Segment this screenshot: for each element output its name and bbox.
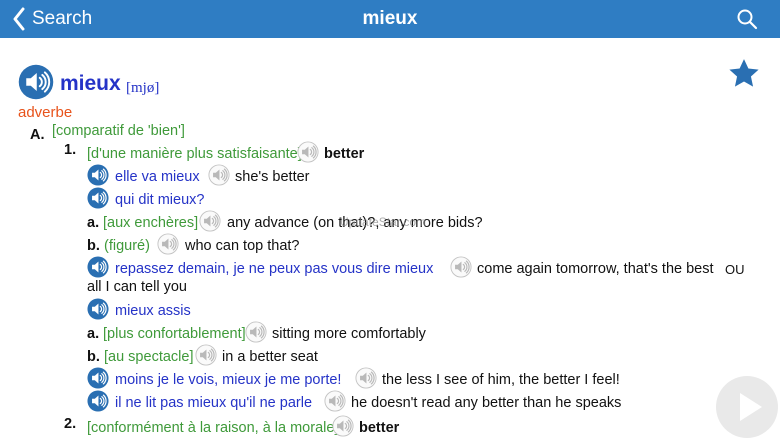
example-english: the less I see of him, the better I feel… xyxy=(382,372,620,388)
translation-speaker-icon[interactable] xyxy=(324,390,346,412)
translation-speaker-icon[interactable] xyxy=(157,233,179,255)
favorite-star-icon[interactable] xyxy=(727,57,761,91)
sense-gloss: [conformément à la raison, à la morale] xyxy=(87,420,339,436)
example-french[interactable]: moins je le vois, mieux je me porte! xyxy=(115,372,341,388)
part-of-speech: adverbe xyxy=(18,104,73,121)
translation-speaker-icon[interactable] xyxy=(355,367,377,389)
headword-speaker-icon[interactable] xyxy=(18,64,54,100)
translation-speaker-icon[interactable] xyxy=(199,210,221,232)
subsense-english: sitting more comfortably xyxy=(272,326,426,342)
navigation-bar: Search mieux xyxy=(0,0,780,38)
subsense-gloss: [aux enchères] xyxy=(103,215,199,231)
search-icon[interactable] xyxy=(736,8,758,30)
example-french[interactable]: elle va mieux xyxy=(115,169,200,185)
example-french[interactable]: mieux assis xyxy=(115,303,191,319)
subsense-english: who can top that? xyxy=(185,238,300,254)
subsense-gloss: [au spectacle] xyxy=(104,349,194,365)
subsense-gloss: [plus confortablement] xyxy=(103,326,246,342)
translation-speaker-icon[interactable] xyxy=(450,256,472,278)
translation-speaker-icon[interactable] xyxy=(297,141,319,163)
subsense-english: in a better seat xyxy=(222,349,318,365)
subsense-letter: b. xyxy=(87,238,100,254)
watermark: UpdateStar.com xyxy=(340,215,427,229)
example-speaker-icon[interactable] xyxy=(87,256,109,278)
subsense-letter: a. xyxy=(87,326,100,342)
example-english: she's better xyxy=(235,169,310,185)
sense-number: 1. xyxy=(64,142,77,158)
example-french[interactable]: il ne lit pas mieux qu'il ne parle xyxy=(115,395,312,411)
example-english: he doesn't read any better than he speak… xyxy=(351,395,622,411)
translation: better xyxy=(324,146,365,162)
subsense-letter: b. xyxy=(87,349,100,365)
translation-speaker-icon[interactable] xyxy=(245,321,267,343)
translation-speaker-icon[interactable] xyxy=(195,344,217,366)
example-speaker-icon[interactable] xyxy=(87,367,109,389)
play-icon xyxy=(740,393,762,421)
subsense-letter: a. xyxy=(87,215,100,231)
headword: mieux xyxy=(60,72,121,95)
page-title: mieux xyxy=(362,8,418,29)
section-letter: A. xyxy=(30,127,45,143)
translation: better xyxy=(359,420,400,436)
play-button[interactable] xyxy=(716,376,778,438)
example-speaker-icon[interactable] xyxy=(87,390,109,412)
example-french[interactable]: repassez demain, je ne peux pas vous dir… xyxy=(115,261,433,277)
pronunciation: [mjø] xyxy=(126,80,160,96)
translation-speaker-icon[interactable] xyxy=(332,415,354,437)
translation-speaker-icon[interactable] xyxy=(208,164,230,186)
sense-number: 2. xyxy=(64,416,77,432)
example-speaker-icon[interactable] xyxy=(87,164,109,186)
example-speaker-icon[interactable] xyxy=(87,187,109,209)
example-english: come again tomorrow, that's the best xyxy=(477,261,714,277)
section-gloss: [comparatif de 'bien'] xyxy=(52,123,185,139)
alternative-marker: OU xyxy=(725,262,745,277)
example-speaker-icon[interactable] xyxy=(87,298,109,320)
subsense-gloss: (figuré) xyxy=(104,238,150,254)
example-french[interactable]: qui dit mieux? xyxy=(115,192,204,208)
example-english-continued: all I can tell you xyxy=(87,279,187,295)
sense-gloss: [d'une manière plus satisfaisante] xyxy=(87,146,302,162)
